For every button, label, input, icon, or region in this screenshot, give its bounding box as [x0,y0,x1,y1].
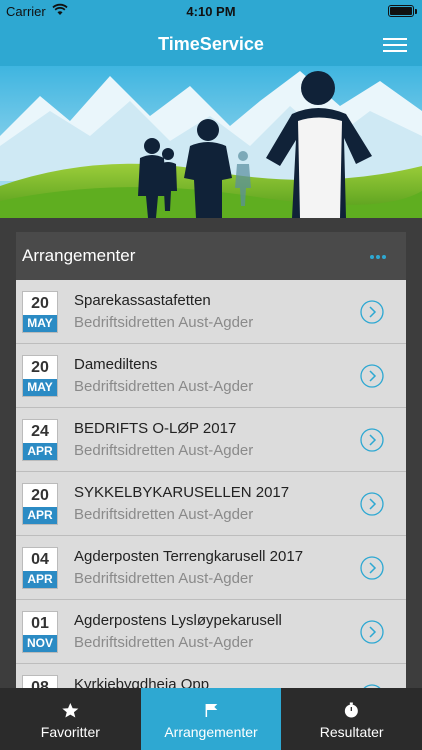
tab-label: Arrangementer [164,724,258,740]
flag-icon [205,704,218,717]
clock: 4:10 PM [186,4,236,19]
event-row[interactable]: 04 APR Agderposten Terrengkarusell 2017 … [16,536,406,600]
chevron-right-circle-icon[interactable] [360,428,384,452]
tab-label: Favoritter [40,724,100,740]
stopwatch-icon [345,702,359,718]
tab-favoritter[interactable]: Favoritter [0,688,141,750]
date-day: 24 [31,423,49,440]
events-card: Arrangementer 20 MAY Sparekassastafetten… [16,232,406,692]
event-row[interactable]: 20 APR SYKKELBYKARUSELLEN 2017 Bedriftsi… [16,472,406,536]
chevron-right-circle-icon[interactable] [360,620,384,644]
date-badge: 04 APR [22,547,58,589]
chevron-right-circle-icon[interactable] [360,364,384,388]
date-badge: 20 MAY [22,291,58,333]
more-options-icon[interactable] [370,246,394,264]
event-organizer: Bedriftsidretten Aust-Agder [74,378,254,395]
battery-icon [388,5,417,17]
date-badge: 24 APR [22,419,58,461]
date-month: MAY [23,379,57,396]
event-row[interactable]: 20 MAY Damediltens Bedriftsidretten Aust… [16,344,406,408]
event-name: SYKKELBYKARUSELLEN 2017 [74,484,290,501]
event-row[interactable]: 24 APR BEDRIFTS O-LØP 2017 Bedriftsidret… [16,408,406,472]
chevron-right-circle-icon[interactable] [360,556,384,580]
event-name: Agderposten Terrengkarusell 2017 [74,548,304,565]
date-badge: 01 NOV [22,611,58,653]
tab-bar: Favoritter Arrangementer Resultater [0,688,422,750]
date-badge: 20 APR [22,483,58,525]
nav-bar: TimeService [0,22,422,66]
status-bar: Carrier 4:10 PM [0,0,422,22]
chevron-right-circle-icon[interactable] [360,300,384,324]
date-badge: 20 MAY [22,355,58,397]
date-day: 01 [31,615,49,632]
event-name: Damediltens [74,356,158,373]
date-month: NOV [23,635,57,652]
date-day: 20 [31,359,49,376]
date-day: 20 [31,487,49,504]
event-name: Agderpostens Lysløypekarusell [74,612,282,629]
events-header: Arrangementer [16,232,406,280]
event-name: Sparekassastafetten [74,292,211,309]
event-organizer: Bedriftsidretten Aust-Agder [74,634,254,651]
date-day: 20 [31,295,49,312]
app-title: TimeService [158,34,264,54]
tab-arrangementer[interactable]: Arrangementer [140,688,282,750]
event-organizer: Bedriftsidretten Aust-Agder [74,314,254,331]
hero-banner [0,66,422,218]
date-month: APR [23,507,57,524]
date-month: APR [23,571,57,588]
event-name: BEDRIFTS O-LØP 2017 [74,420,237,437]
date-day: 04 [31,551,49,568]
hamburger-menu-icon[interactable] [383,34,409,54]
event-organizer: Bedriftsidretten Aust-Agder [74,442,254,459]
date-month: APR [23,443,57,460]
date-month: MAY [23,315,57,332]
event-row[interactable]: 20 MAY Sparekassastafetten Bedriftsidret… [16,280,406,344]
tab-label: Resultater [319,724,384,740]
chevron-right-circle-icon[interactable] [360,492,384,516]
event-row[interactable]: 01 NOV Agderpostens Lysløypekarusell Bed… [16,600,406,664]
tab-resultater[interactable]: Resultater [281,688,422,750]
events-title: Arrangementer [22,246,136,265]
event-organizer: Bedriftsidretten Aust-Agder [74,570,254,587]
star-icon [62,703,79,718]
event-organizer: Bedriftsidretten Aust-Agder [74,506,254,523]
